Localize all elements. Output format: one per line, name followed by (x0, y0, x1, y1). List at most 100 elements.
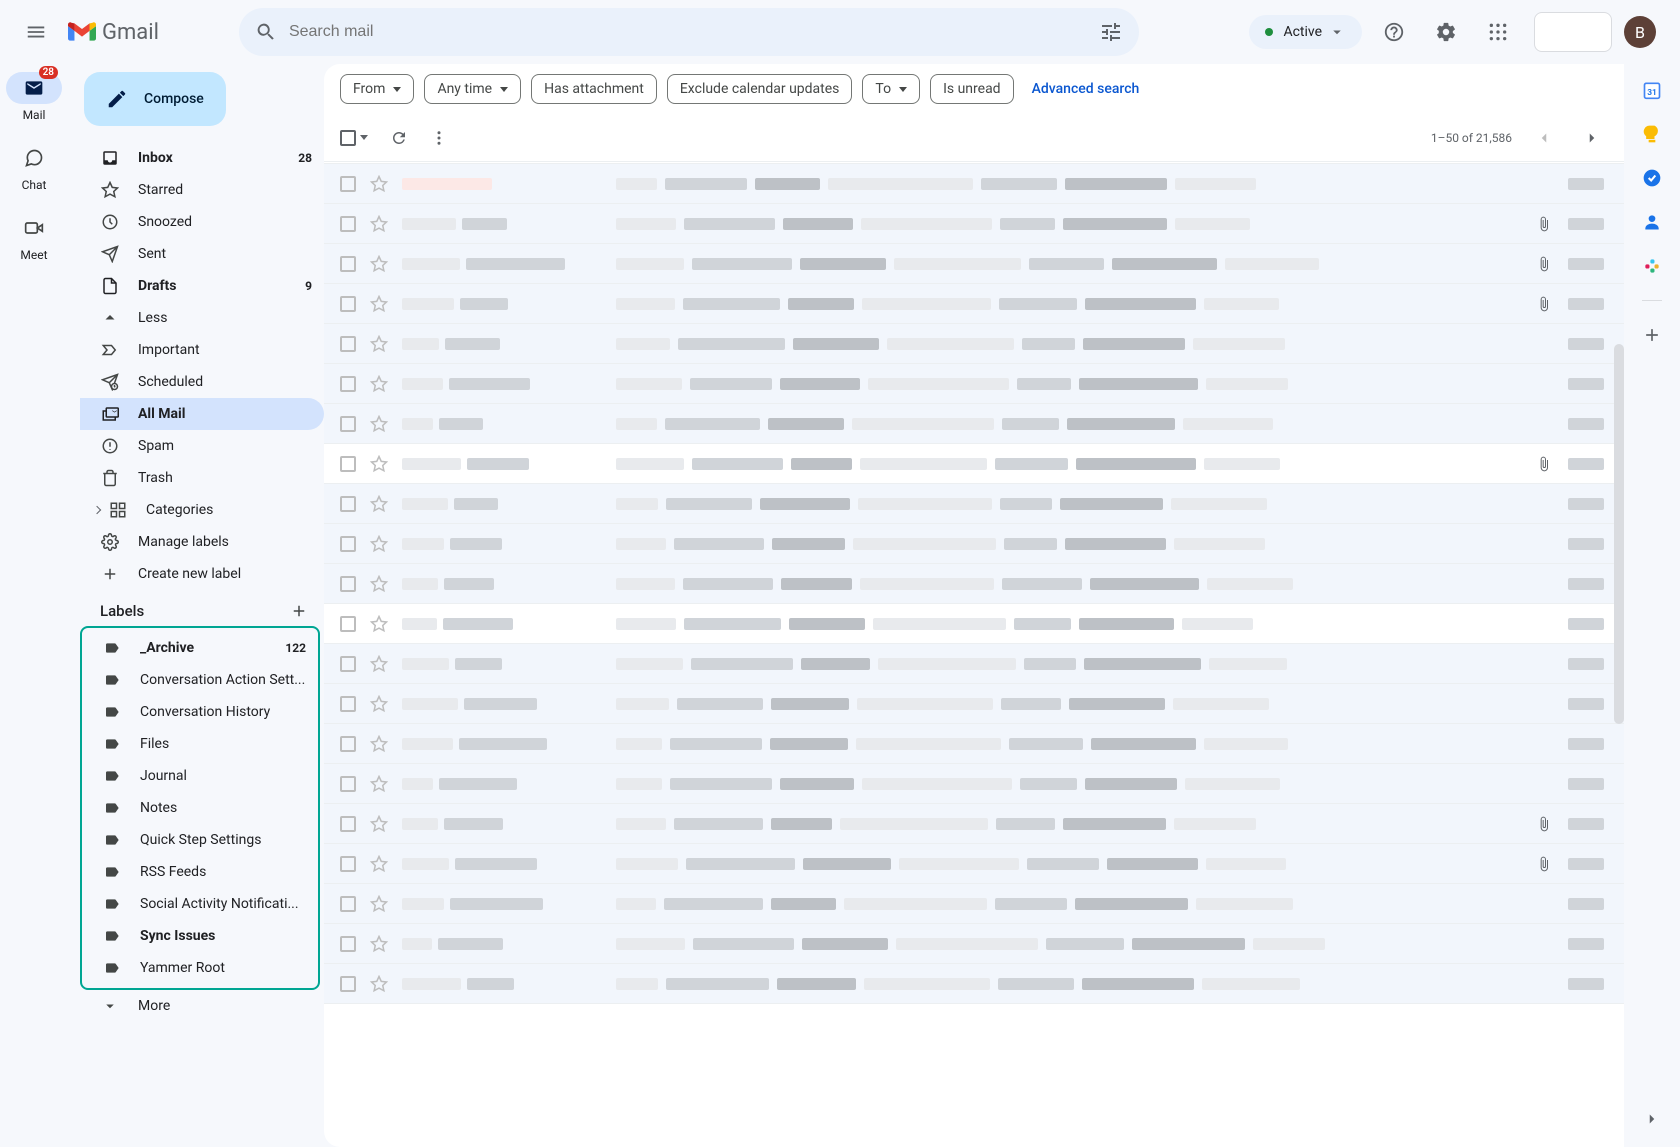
mail-row[interactable] (324, 524, 1624, 564)
row-checkbox[interactable] (340, 496, 356, 512)
row-star[interactable] (370, 255, 388, 273)
nav-create-label[interactable]: Create new label (80, 558, 324, 590)
row-checkbox[interactable] (340, 336, 356, 352)
row-star[interactable] (370, 455, 388, 473)
row-checkbox[interactable] (340, 216, 356, 232)
row-star[interactable] (370, 575, 388, 593)
mail-row[interactable] (324, 324, 1624, 364)
row-checkbox[interactable] (340, 696, 356, 712)
row-checkbox[interactable] (340, 256, 356, 272)
nav-all-mail[interactable]: All Mail (80, 398, 324, 430)
row-checkbox[interactable] (340, 616, 356, 632)
gmail-logo[interactable]: Gmail (68, 20, 159, 45)
row-star[interactable] (370, 695, 388, 713)
support-button[interactable] (1374, 12, 1414, 52)
label-item[interactable]: Social Activity Notificati... (82, 888, 318, 920)
label-item[interactable]: Journal (82, 760, 318, 792)
row-star[interactable] (370, 535, 388, 553)
label-item[interactable]: RSS Feeds (82, 856, 318, 888)
nav-spam[interactable]: Spam (80, 430, 324, 462)
get-addons[interactable] (1642, 325, 1662, 345)
mail-row[interactable] (324, 164, 1624, 204)
compose-button[interactable]: Compose (84, 72, 226, 126)
label-item[interactable]: Conversation Action Sett... (82, 664, 318, 696)
mail-row[interactable] (324, 964, 1624, 1004)
nav-snoozed[interactable]: Snoozed (80, 206, 324, 238)
rail-chat[interactable]: Chat (6, 142, 62, 192)
nav-manage-labels[interactable]: Manage labels (80, 526, 324, 558)
row-checkbox[interactable] (340, 456, 356, 472)
mail-row[interactable] (324, 924, 1624, 964)
mail-row[interactable] (324, 564, 1624, 604)
contacts-addon[interactable] (1642, 212, 1662, 232)
mail-list[interactable]: Draft (no subject) (324, 162, 1624, 1147)
row-star[interactable] (370, 175, 388, 193)
filter-attachment[interactable]: Has attachment (531, 74, 657, 104)
mail-row[interactable] (324, 404, 1624, 444)
tune-icon[interactable] (1099, 20, 1123, 44)
mail-row[interactable] (324, 844, 1624, 884)
status-pill[interactable]: Active (1249, 15, 1362, 49)
row-checkbox[interactable] (340, 896, 356, 912)
nav-important[interactable]: Important (80, 334, 324, 366)
row-checkbox[interactable] (340, 776, 356, 792)
row-star[interactable] (370, 295, 388, 313)
row-star[interactable] (370, 775, 388, 793)
keep-addon[interactable] (1642, 124, 1662, 144)
label-item[interactable]: Yammer Root (82, 952, 318, 984)
row-star[interactable] (370, 735, 388, 753)
add-label-icon[interactable] (290, 602, 308, 620)
row-checkbox[interactable] (340, 576, 356, 592)
nav-starred[interactable]: Starred (80, 174, 324, 206)
mail-row[interactable] (324, 444, 1624, 484)
label-item[interactable]: Sync Issues (82, 920, 318, 952)
row-star[interactable] (370, 975, 388, 993)
filter-from[interactable]: From (340, 74, 414, 104)
row-checkbox[interactable] (340, 296, 356, 312)
nav-scheduled[interactable]: Scheduled (80, 366, 324, 398)
page-next-button[interactable] (1576, 122, 1608, 154)
nav-more[interactable]: More (80, 990, 324, 1022)
mail-row[interactable] (324, 724, 1624, 764)
mail-row[interactable] (324, 364, 1624, 404)
row-checkbox[interactable] (340, 936, 356, 952)
more-icon[interactable] (430, 129, 448, 147)
side-panel-collapse[interactable] (1640, 1107, 1664, 1131)
page-prev-button[interactable] (1528, 122, 1560, 154)
row-checkbox[interactable] (340, 536, 356, 552)
account-switcher[interactable] (1534, 12, 1612, 52)
row-checkbox[interactable] (340, 176, 356, 192)
label-item[interactable]: Quick Step Settings (82, 824, 318, 856)
filter-exclude-calendar[interactable]: Exclude calendar updates (667, 74, 853, 104)
row-checkbox[interactable] (340, 856, 356, 872)
advanced-search-link[interactable]: Advanced search (1032, 81, 1140, 97)
mail-row[interactable] (324, 884, 1624, 924)
row-star[interactable] (370, 335, 388, 353)
row-star[interactable] (370, 855, 388, 873)
label-item[interactable]: Conversation History (82, 696, 318, 728)
row-checkbox[interactable] (340, 656, 356, 672)
row-checkbox[interactable] (340, 376, 356, 392)
calendar-addon[interactable]: 31 (1642, 80, 1662, 100)
row-star[interactable] (370, 655, 388, 673)
mail-row[interactable] (324, 244, 1624, 284)
mail-row[interactable] (324, 644, 1624, 684)
row-checkbox[interactable] (340, 816, 356, 832)
mail-row[interactable] (324, 604, 1624, 644)
row-star[interactable] (370, 615, 388, 633)
rail-meet[interactable]: Meet (6, 212, 62, 262)
row-checkbox[interactable] (340, 976, 356, 992)
label-item[interactable]: Notes (82, 792, 318, 824)
label-item[interactable]: _Archive122 (82, 632, 318, 664)
search-bar[interactable] (239, 8, 1139, 56)
row-star[interactable] (370, 935, 388, 953)
nav-inbox[interactable]: Inbox28 (80, 142, 324, 174)
apps-button[interactable] (1478, 12, 1518, 52)
nav-sent[interactable]: Sent (80, 238, 324, 270)
mail-row[interactable] (324, 204, 1624, 244)
rail-mail[interactable]: 28 Mail (6, 72, 62, 122)
mail-row[interactable] (324, 764, 1624, 804)
row-star[interactable] (370, 895, 388, 913)
nav-categories[interactable]: Categories (80, 494, 324, 526)
row-star[interactable] (370, 815, 388, 833)
